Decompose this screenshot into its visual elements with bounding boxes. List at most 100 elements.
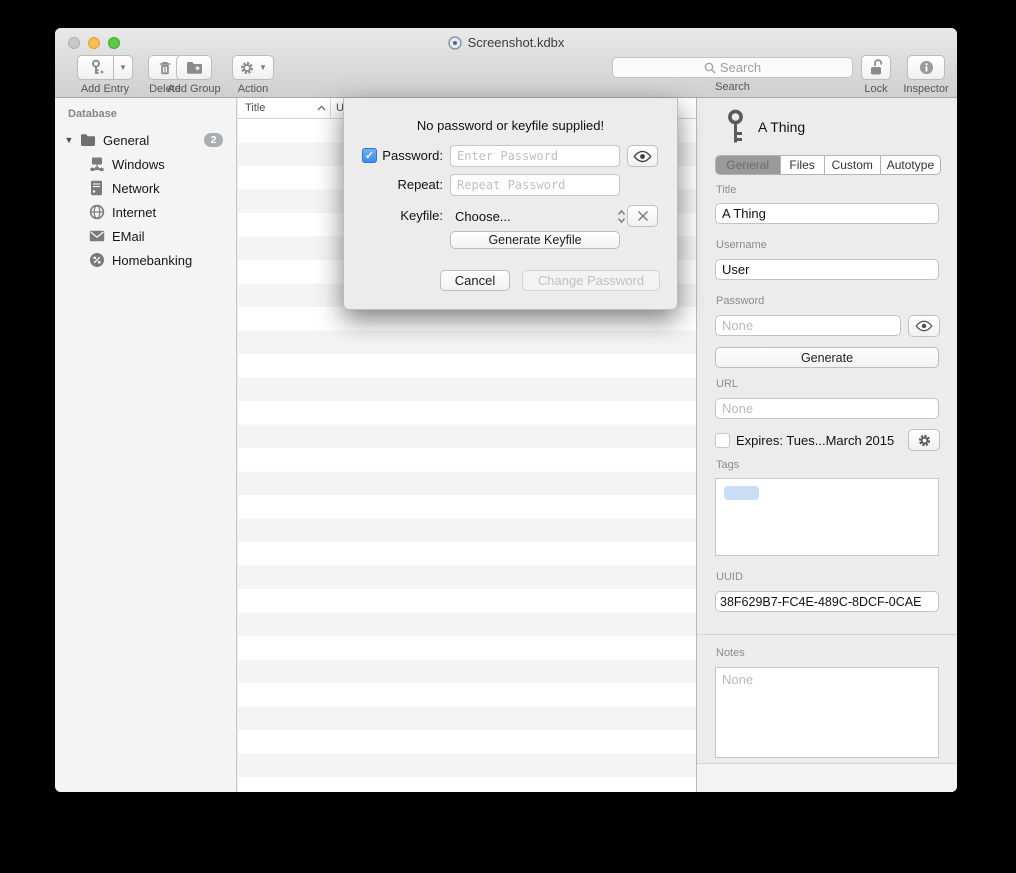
inspector-button[interactable]: [907, 55, 945, 80]
entry-count-badge: 2: [204, 133, 223, 147]
notes-field-label: Notes: [716, 647, 745, 659]
lock-label: Lock: [864, 83, 887, 95]
dialog-password-label: Password:: [363, 145, 443, 167]
sidebar-item-windows[interactable]: Windows: [55, 152, 236, 176]
keyfile-popup[interactable]: Choose...: [450, 205, 626, 227]
chevron-down-icon: ▼: [259, 63, 267, 72]
sidebar-item-label: Windows: [112, 157, 165, 172]
sidebar-item-email[interactable]: EMail: [55, 224, 236, 248]
app-window: Screenshot.kdbx ▼ Add Entry: [55, 28, 957, 792]
sidebar-item-label: EMail: [112, 229, 145, 244]
info-icon: [919, 60, 934, 75]
sidebar-item-network[interactable]: Network: [55, 176, 236, 200]
eye-icon: [633, 150, 652, 163]
sidebar-section-header: Database: [68, 108, 117, 120]
gear-icon: [917, 433, 932, 448]
sidebar-item-homebanking[interactable]: Homebanking: [55, 248, 236, 272]
entry-title: A Thing: [758, 119, 805, 135]
search-input[interactable]: Search: [612, 57, 853, 78]
sort-ascending-icon: [317, 105, 326, 111]
search-icon: [704, 62, 716, 74]
toolbar-item-lock: Lock: [860, 55, 892, 95]
action-label: Action: [238, 83, 269, 95]
stepper-icon: [617, 209, 626, 224]
title-field[interactable]: [715, 203, 939, 224]
titlebar-toolbar: Screenshot.kdbx ▼ Add Entry: [55, 28, 957, 98]
disclosure-triangle-icon[interactable]: ▼: [63, 135, 75, 145]
toolbar-item-add-entry: ▼ Add Entry: [69, 55, 141, 95]
dialog-reveal-password-button[interactable]: [627, 145, 658, 167]
sidebar-item-label: General: [103, 133, 149, 148]
inspector-panel: A Thing General Files Custom Autotype Ti…: [696, 98, 957, 792]
folder-plus-icon: [186, 60, 203, 75]
tags-field[interactable]: [715, 478, 939, 556]
expires-checkbox[interactable]: [715, 433, 730, 448]
clear-keyfile-button[interactable]: [627, 205, 658, 227]
add-entry-label: Add Entry: [81, 83, 129, 95]
inspector-footer: [697, 763, 957, 792]
change-password-dialog: No password or keyfile supplied! ✓ Passw…: [343, 98, 678, 310]
gear-icon: [239, 60, 255, 76]
column-header-title[interactable]: Title: [238, 98, 331, 118]
window-title-bar: Screenshot.kdbx: [55, 35, 957, 53]
sidebar-item-internet[interactable]: Internet: [55, 200, 236, 224]
inspector-label: Inspector: [903, 83, 948, 95]
tags-field-label: Tags: [716, 459, 739, 471]
group-sidebar: Database ▼ General 2 Windows Netw: [55, 98, 237, 792]
key-icon: [725, 109, 746, 144]
chevron-down-icon: ▼: [119, 63, 127, 72]
sidebar-item-label: Network: [112, 181, 160, 196]
uuid-field-label: UUID: [716, 571, 743, 583]
uuid-field[interactable]: [715, 591, 939, 612]
add-entry-dropdown-button[interactable]: ▼: [114, 55, 133, 80]
toolbar-item-add-group: Add Group: [165, 55, 223, 95]
change-password-button[interactable]: Change Password: [522, 270, 660, 291]
close-x-icon: [637, 210, 649, 222]
eye-icon: [915, 320, 933, 332]
expires-label: Expires: Tues...March 2015: [736, 433, 894, 448]
tab-autotype[interactable]: Autotype: [880, 156, 940, 174]
tab-general[interactable]: General: [716, 156, 780, 174]
unlock-icon: [868, 59, 884, 76]
expires-row: Expires: Tues...March 2015: [715, 430, 894, 450]
notes-field[interactable]: [715, 667, 939, 758]
tag-token[interactable]: [724, 486, 759, 500]
envelope-icon: [88, 228, 105, 245]
dialog-message: No password or keyfile supplied!: [344, 118, 677, 133]
sidebar-item-label: Homebanking: [112, 253, 192, 268]
keyfile-popup-value: Choose...: [450, 209, 511, 224]
document-proxy-icon[interactable]: [448, 36, 462, 50]
expires-settings-button[interactable]: [908, 429, 940, 451]
tab-files[interactable]: Files: [780, 156, 824, 174]
search-label: Search: [715, 81, 750, 93]
windows-network-icon: [88, 156, 105, 173]
dialog-keyfile-label: Keyfile:: [363, 205, 443, 227]
toolbar-item-search: Search Search: [612, 55, 853, 93]
generate-keyfile-button[interactable]: Generate Keyfile: [450, 231, 620, 249]
dialog-repeat-input[interactable]: [450, 174, 620, 196]
reveal-password-button[interactable]: [908, 315, 940, 337]
toolbar-item-action: ▼ Action: [231, 55, 275, 95]
add-group-button[interactable]: [176, 55, 212, 80]
inspector-divider: [697, 634, 957, 635]
inspector-tabs: General Files Custom Autotype: [715, 155, 941, 175]
sidebar-item-general[interactable]: ▼ General 2: [55, 128, 236, 152]
cancel-button[interactable]: Cancel: [440, 270, 510, 291]
generate-password-button[interactable]: Generate: [715, 347, 939, 368]
server-icon: [88, 180, 105, 197]
password-field[interactable]: [715, 315, 901, 336]
dialog-password-input[interactable]: [450, 145, 620, 167]
add-entry-button[interactable]: [77, 55, 114, 80]
folder-icon: [79, 132, 96, 149]
add-group-label: Add Group: [167, 83, 220, 95]
lock-button[interactable]: [861, 55, 891, 80]
password-field-label: Password: [716, 295, 764, 307]
tab-custom[interactable]: Custom: [824, 156, 880, 174]
username-field[interactable]: [715, 259, 939, 280]
action-button[interactable]: ▼: [232, 55, 274, 80]
window-title: Screenshot.kdbx: [468, 35, 565, 50]
url-field[interactable]: [715, 398, 939, 419]
dialog-repeat-label: Repeat:: [363, 174, 443, 196]
title-field-label: Title: [716, 184, 736, 196]
globe-icon: [88, 204, 105, 221]
